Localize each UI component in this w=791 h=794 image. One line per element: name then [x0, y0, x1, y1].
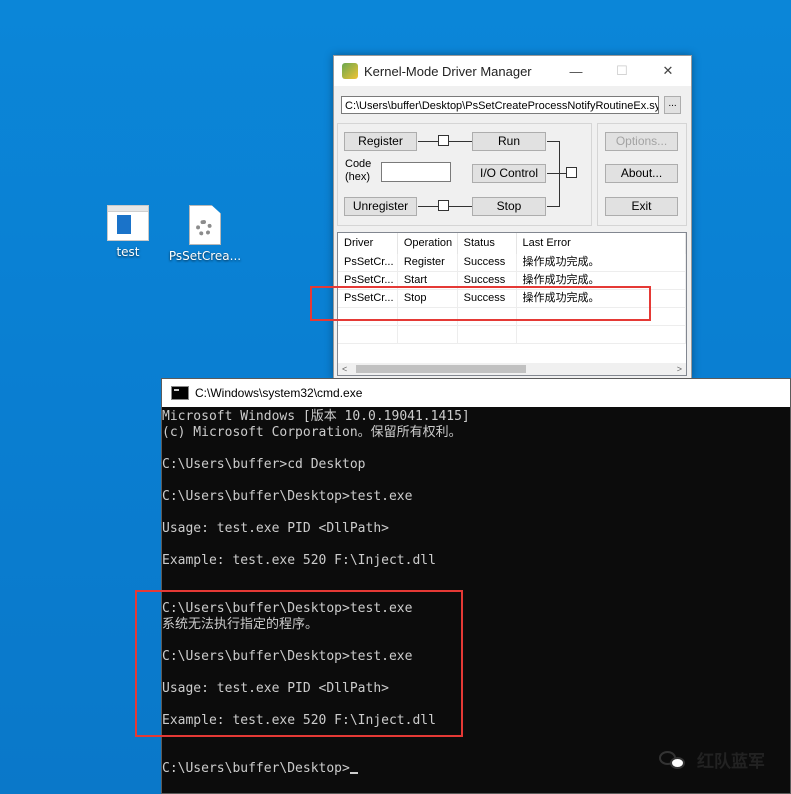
cmd-window-title: C:\Windows\system32\cmd.exe [195, 386, 363, 400]
scrollbar-thumb[interactable] [356, 365, 526, 373]
code-label: Code (hex) [345, 158, 372, 183]
desktop-icon-sys-file[interactable]: PsSetCrea... [167, 205, 243, 263]
driver-path-field[interactable]: C:\Users\buffer\Desktop\PsSetCreateProce… [341, 96, 659, 114]
unregister-button[interactable]: Unregister [344, 197, 417, 216]
column-operation[interactable]: Operation [398, 233, 458, 254]
highlight-box-stop-row [310, 286, 651, 321]
cell-last-error: 操作成功完成。 [517, 254, 686, 271]
options-button: Options... [605, 132, 678, 151]
cell-driver: PsSetCr... [338, 254, 398, 271]
list-row-empty [338, 326, 686, 344]
desktop-icon-label: PsSetCrea... [168, 249, 242, 263]
watermark: 红队蓝军 [659, 747, 765, 772]
gear-icon [196, 220, 212, 236]
close-button[interactable]: ✕ [645, 56, 691, 86]
highlight-box-console-output [135, 590, 463, 737]
text-cursor [349, 772, 358, 774]
register-button[interactable]: Register [344, 132, 417, 151]
exit-button[interactable]: Exit [605, 197, 678, 216]
console-prompt: C:\Users\buffer\Desktop> [162, 761, 350, 776]
run-button[interactable]: Run [472, 132, 546, 151]
list-header: Driver Operation Status Last Error [338, 233, 686, 254]
console-line: C:\Users\buffer>cd Desktop [162, 457, 366, 472]
application-icon [107, 205, 149, 241]
desktop-icon-test[interactable]: test [90, 205, 166, 259]
title-bar[interactable]: Kernel-Mode Driver Manager — ☐ ✕ [334, 56, 691, 86]
running-status-indicator [566, 167, 577, 178]
console-icon [171, 386, 189, 400]
io-control-button[interactable]: I/O Control [472, 164, 546, 183]
watermark-text: 红队蓝军 [697, 752, 765, 772]
window-title: Kernel-Mode Driver Manager [364, 63, 532, 79]
minimize-button[interactable]: — [553, 56, 599, 86]
about-button[interactable]: About... [605, 164, 678, 183]
unregister-status-indicator [438, 200, 449, 211]
browse-button[interactable]: ... [664, 96, 681, 114]
system-file-icon [189, 205, 221, 245]
scroll-left-icon[interactable]: < [342, 363, 347, 375]
console-line: Microsoft Windows [版本 10.0.19041.1415] [162, 409, 470, 424]
register-status-indicator [438, 135, 449, 146]
console-line: Example: test.exe 520 F:\Inject.dll [162, 553, 436, 568]
column-driver[interactable]: Driver [338, 233, 398, 254]
driver-manager-window: Kernel-Mode Driver Manager — ☐ ✕ C:\User… [333, 55, 692, 379]
console-line: (c) Microsoft Corporation。保留所有权利。 [162, 425, 462, 440]
horizontal-scrollbar[interactable]: < > [338, 363, 686, 375]
maximize-button: ☐ [616, 63, 628, 78]
cmd-title-bar[interactable]: C:\Windows\system32\cmd.exe [162, 379, 790, 407]
stop-button[interactable]: Stop [472, 197, 546, 216]
console-line: Usage: test.exe PID <DllPath> [162, 521, 389, 536]
desktop-icon-label: test [116, 245, 140, 259]
column-status[interactable]: Status [458, 233, 517, 254]
scroll-right-icon[interactable]: > [677, 363, 682, 375]
app-icon [342, 63, 358, 79]
column-last-error[interactable]: Last Error [517, 233, 686, 254]
code-hex-input[interactable] [381, 162, 451, 182]
wechat-icon [659, 749, 689, 771]
list-row[interactable]: PsSetCr... Register Success 操作成功完成。 [338, 254, 686, 272]
cell-operation: Register [398, 254, 458, 271]
console-line: C:\Users\buffer\Desktop>test.exe [162, 489, 413, 504]
cell-status: Success [458, 254, 517, 271]
